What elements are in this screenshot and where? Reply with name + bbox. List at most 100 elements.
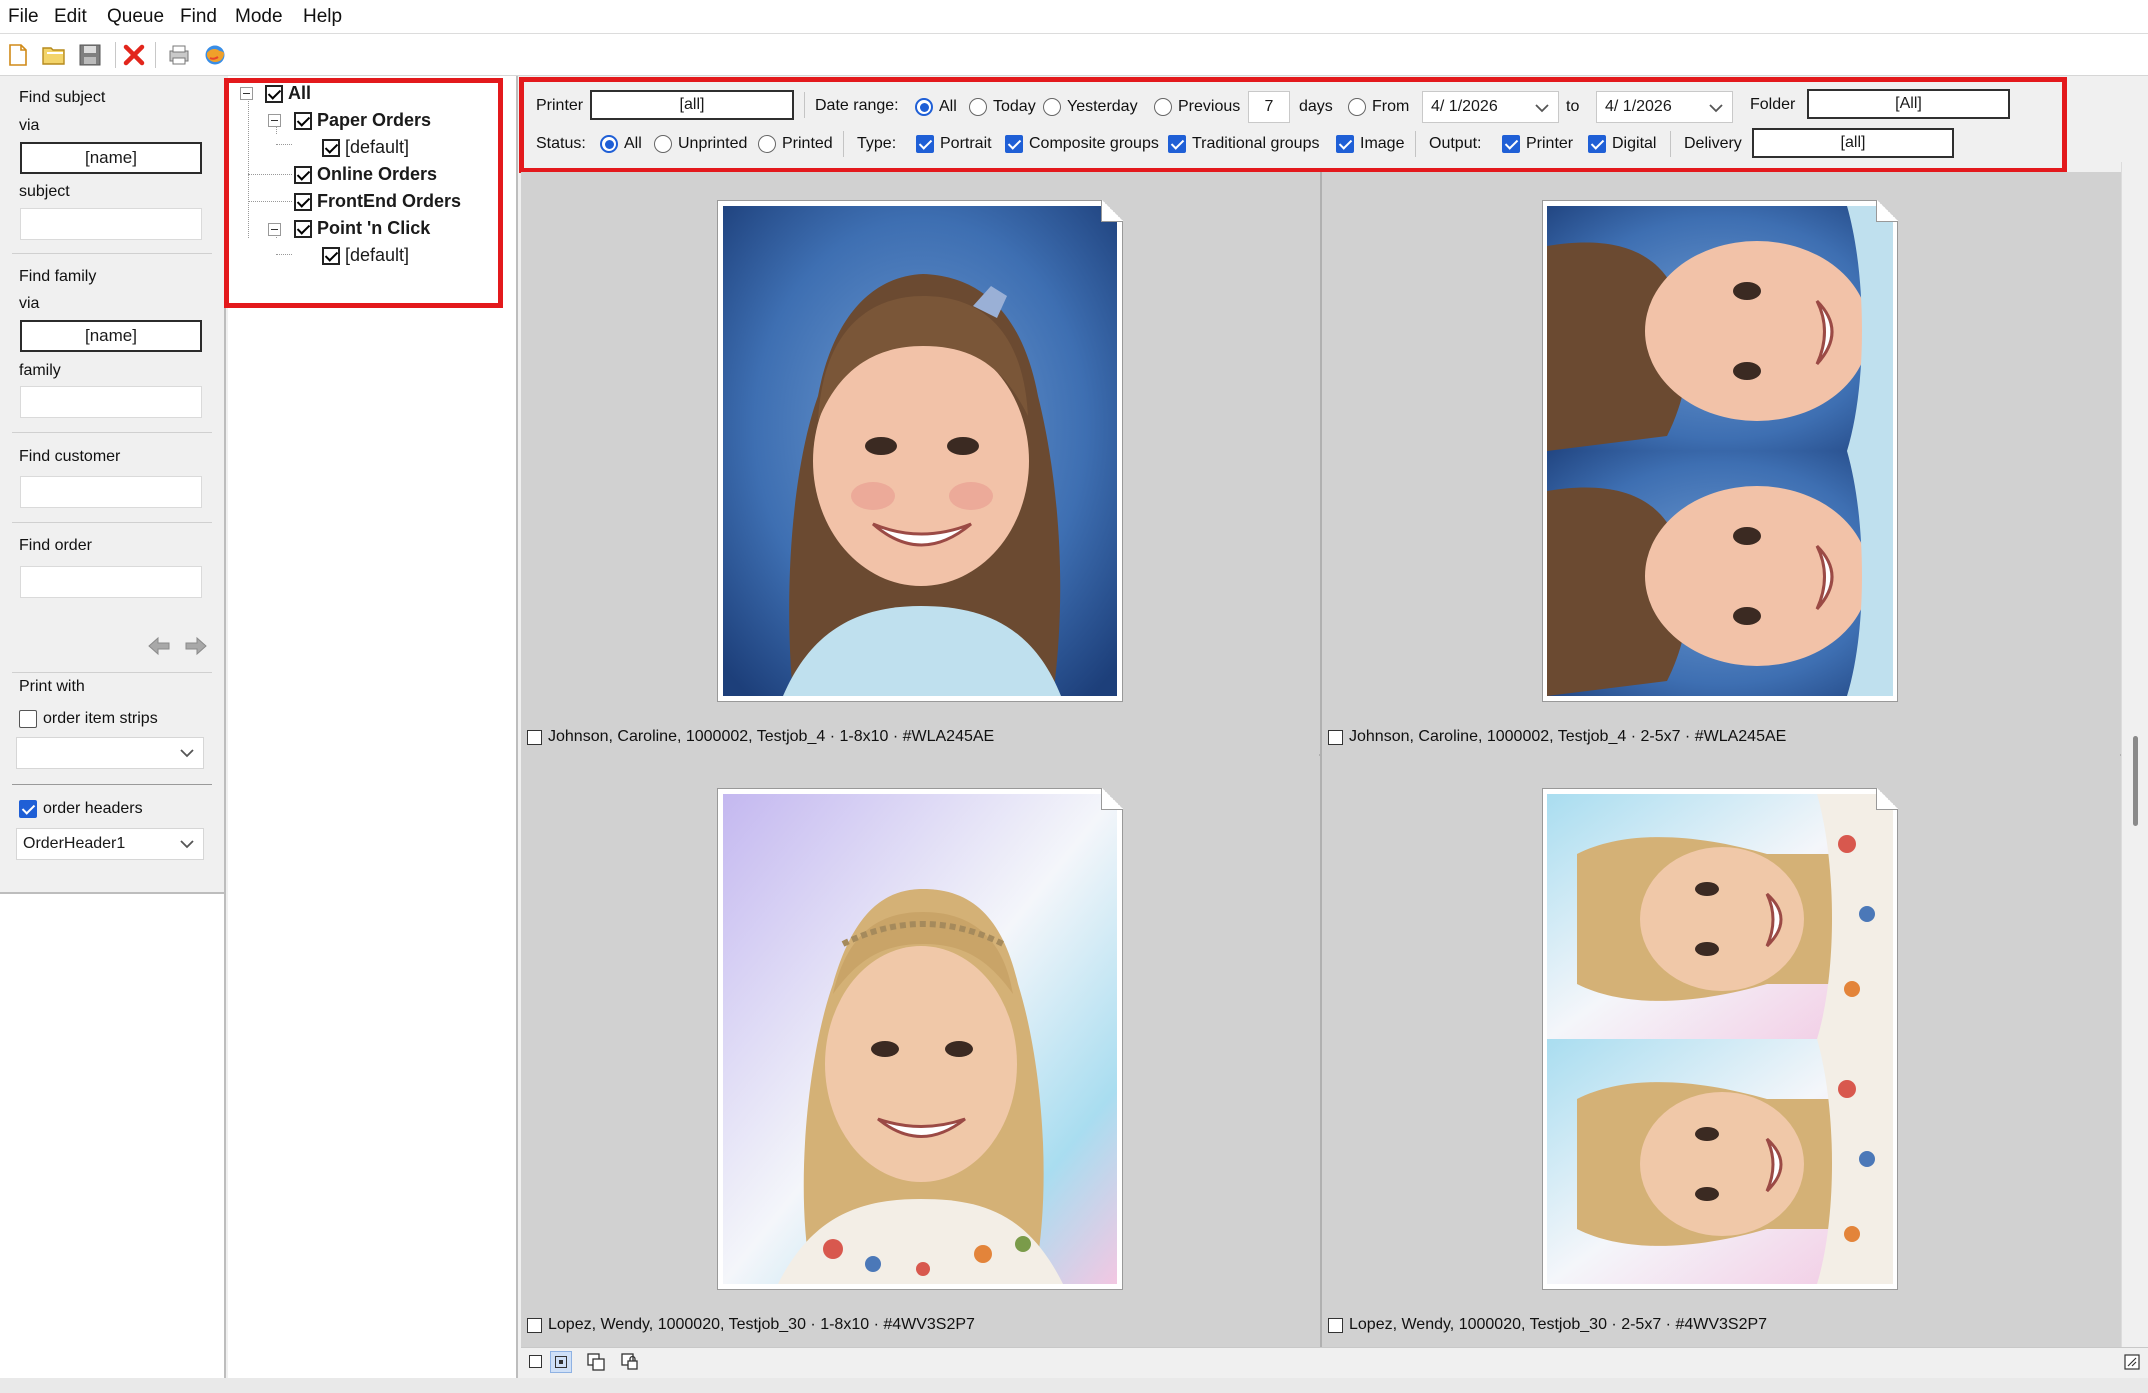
page-corner-icon bbox=[1101, 788, 1123, 810]
from-label: From bbox=[1372, 98, 1410, 115]
menu-file[interactable]: File bbox=[8, 6, 39, 28]
portrait-photo bbox=[1547, 794, 1893, 1284]
queue-item-checkbox[interactable] bbox=[527, 729, 542, 745]
output-label: Output: bbox=[1429, 135, 1482, 152]
print-queue-grid: Johnson, Caroline, 1000002, Testjob_4 · … bbox=[521, 172, 2121, 1347]
find-family-field-label: family bbox=[19, 362, 61, 379]
app-window: File Edit Queue Find Mode Help Find subj… bbox=[0, 0, 2148, 1393]
search-panel: Find subject via [name] subject Find fam… bbox=[0, 80, 226, 1378]
date-from-radio[interactable] bbox=[1348, 98, 1366, 116]
print-with-title: Print with bbox=[19, 678, 85, 695]
photo-thumbnail[interactable] bbox=[717, 788, 1123, 1290]
menu-help[interactable]: Help bbox=[303, 6, 342, 28]
page-corner-icon bbox=[1876, 788, 1898, 810]
queue-item-checkbox[interactable] bbox=[1328, 1317, 1343, 1333]
globe-icon[interactable] bbox=[201, 41, 229, 69]
print-icon[interactable] bbox=[165, 41, 193, 69]
resize-grip-icon[interactable] bbox=[2124, 1354, 2140, 1375]
portrait-photo bbox=[723, 206, 1117, 696]
find-subject-via-field[interactable]: [name] bbox=[20, 142, 202, 174]
queue-item-caption-text: Johnson, Caroline, 1000002, Testjob_4 · … bbox=[1349, 728, 1787, 745]
single-view-icon[interactable] bbox=[529, 1355, 542, 1368]
type-label: Type: bbox=[857, 135, 897, 152]
forward-arrow-icon[interactable] bbox=[185, 636, 207, 661]
output-digital-label: Digital bbox=[1612, 135, 1657, 152]
to-date-picker[interactable]: 4/ 1/2026 bbox=[1596, 91, 1733, 123]
order-input[interactable] bbox=[20, 566, 202, 598]
filter-bar: Printer [all] Date range: All Today Yest… bbox=[519, 77, 2067, 173]
customer-input[interactable] bbox=[20, 476, 202, 508]
queue-item-caption[interactable]: Johnson, Caroline, 1000002, Testjob_4 · … bbox=[1328, 728, 1786, 746]
portrait-photo bbox=[1547, 206, 1893, 696]
copy-view-icon[interactable] bbox=[587, 1353, 605, 1376]
queue-item-caption[interactable]: Lopez, Wendy, 1000020, Testjob_30 · 2-5x… bbox=[1328, 1316, 1767, 1334]
scrollbar-thumb[interactable] bbox=[2133, 736, 2138, 826]
save-icon[interactable] bbox=[76, 41, 104, 69]
order-headers-checkbox[interactable] bbox=[19, 800, 37, 818]
lock-view-icon[interactable] bbox=[621, 1353, 639, 1376]
date-previous-radio[interactable] bbox=[1154, 98, 1172, 116]
queue-item-checkbox[interactable] bbox=[527, 1317, 542, 1333]
status-unprinted-radio[interactable] bbox=[654, 135, 672, 153]
queue-item[interactable]: Lopez, Wendy, 1000020, Testjob_30 · 1-8x… bbox=[521, 761, 1319, 1347]
type-composite-checkbox[interactable] bbox=[1005, 135, 1023, 153]
menu-find[interactable]: Find bbox=[180, 6, 217, 28]
page-corner-icon bbox=[1101, 200, 1123, 222]
status-unprinted-label: Unprinted bbox=[678, 135, 748, 152]
photo-thumbnail[interactable] bbox=[717, 200, 1123, 702]
output-digital-checkbox[interactable] bbox=[1588, 135, 1606, 153]
status-printed-radio[interactable] bbox=[758, 135, 776, 153]
status-all-label: All bbox=[624, 135, 642, 152]
printer-field[interactable]: [all] bbox=[590, 90, 794, 120]
status-all-radio[interactable] bbox=[600, 135, 618, 153]
find-family-via-field[interactable]: [name] bbox=[20, 320, 202, 352]
find-customer-title: Find customer bbox=[19, 448, 121, 465]
find-order-title: Find order bbox=[19, 537, 92, 554]
photo-thumbnail[interactable] bbox=[1542, 788, 1898, 1290]
menu-queue[interactable]: Queue bbox=[107, 6, 164, 28]
order-headers-select[interactable]: OrderHeader1 bbox=[16, 828, 204, 860]
order-item-strips-select[interactable] bbox=[16, 737, 204, 769]
order-item-strips-label: order item strips bbox=[43, 710, 158, 727]
delivery-field[interactable]: [all] bbox=[1752, 128, 1954, 158]
vertical-scrollbar[interactable] bbox=[2121, 162, 2148, 1348]
date-all-radio[interactable] bbox=[915, 98, 933, 116]
type-image-checkbox[interactable] bbox=[1336, 135, 1354, 153]
date-today-radio[interactable] bbox=[969, 98, 987, 116]
find-family-title: Find family bbox=[19, 268, 97, 285]
date-yesterday-radio[interactable] bbox=[1043, 98, 1061, 116]
queue-item-caption[interactable]: Johnson, Caroline, 1000002, Testjob_4 · … bbox=[527, 728, 994, 746]
type-portrait-label: Portrait bbox=[940, 135, 992, 152]
grid-view-icon[interactable] bbox=[550, 1351, 572, 1373]
chevron-down-icon bbox=[180, 840, 194, 849]
from-date-value: 4/ 1/2026 bbox=[1431, 98, 1498, 115]
queue-item-checkbox[interactable] bbox=[1328, 729, 1343, 745]
output-printer-checkbox[interactable] bbox=[1502, 135, 1520, 153]
chevron-down-icon bbox=[180, 749, 194, 758]
subject-input[interactable] bbox=[20, 208, 202, 240]
menu-mode[interactable]: Mode bbox=[235, 6, 283, 28]
back-arrow-icon[interactable] bbox=[148, 636, 170, 661]
open-folder-icon[interactable] bbox=[40, 41, 68, 69]
type-traditional-label: Traditional groups bbox=[1192, 135, 1320, 152]
photo-thumbnail[interactable] bbox=[1542, 200, 1898, 702]
previous-days-input[interactable]: 7 bbox=[1248, 91, 1290, 123]
days-label: days bbox=[1299, 98, 1333, 115]
printer-label: Printer bbox=[536, 97, 584, 114]
delete-icon[interactable] bbox=[120, 41, 148, 69]
menu-edit[interactable]: Edit bbox=[54, 6, 87, 28]
family-input[interactable] bbox=[20, 386, 202, 418]
queue-item[interactable]: Johnson, Caroline, 1000002, Testjob_4 · … bbox=[1322, 172, 2120, 758]
folder-field[interactable]: [All] bbox=[1807, 89, 2010, 119]
queue-item-caption-text: Lopez, Wendy, 1000020, Testjob_30 · 1-8x… bbox=[548, 1316, 975, 1333]
to-date-value: 4/ 1/2026 bbox=[1605, 98, 1672, 115]
order-item-strips-checkbox[interactable] bbox=[19, 710, 37, 728]
type-portrait-checkbox[interactable] bbox=[916, 135, 934, 153]
queue-item[interactable]: Johnson, Caroline, 1000002, Testjob_4 · … bbox=[521, 172, 1319, 758]
new-document-icon[interactable] bbox=[4, 41, 32, 69]
type-traditional-checkbox[interactable] bbox=[1168, 135, 1186, 153]
queue-item-caption[interactable]: Lopez, Wendy, 1000020, Testjob_30 · 1-8x… bbox=[527, 1316, 975, 1334]
from-date-picker[interactable]: 4/ 1/2026 bbox=[1422, 91, 1559, 123]
find-subject-field-label: subject bbox=[19, 183, 70, 200]
queue-item[interactable]: Lopez, Wendy, 1000020, Testjob_30 · 2-5x… bbox=[1322, 761, 2120, 1347]
